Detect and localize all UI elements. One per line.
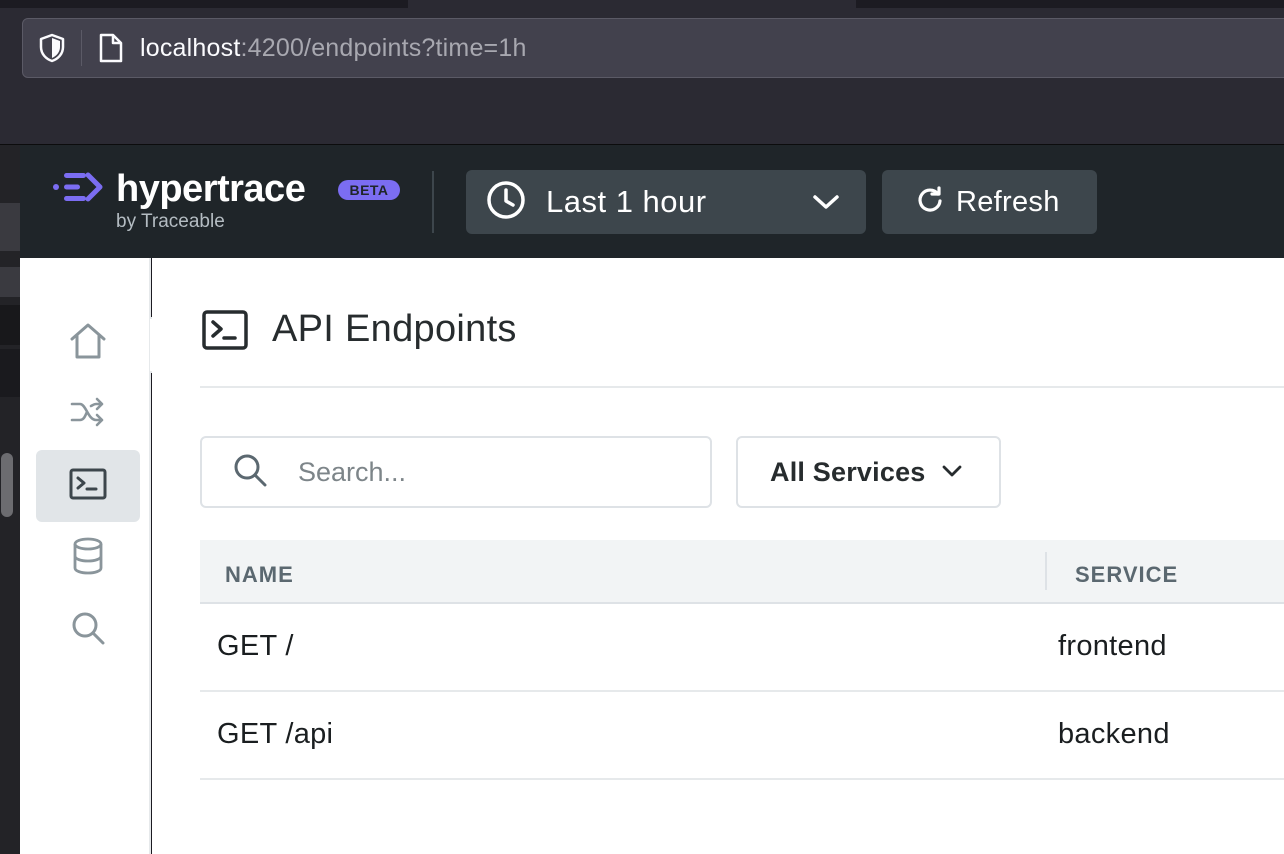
- column-resize-handle[interactable]: [1045, 552, 1047, 590]
- url-text[interactable]: localhost:4200/endpoints?time=1h: [140, 34, 527, 63]
- nav-item-explorer[interactable]: [36, 594, 140, 666]
- main-content: API Endpoints All Services NAME SERVICE …: [152, 258, 1284, 854]
- url-path: :4200/endpoints?time=1h: [240, 33, 527, 62]
- chevron-down-icon: [812, 192, 840, 217]
- search-box[interactable]: [200, 436, 712, 508]
- endpoint-service[interactable]: frontend: [1058, 630, 1167, 663]
- page-title: API Endpoints: [272, 308, 517, 350]
- refresh-button[interactable]: Refresh: [882, 170, 1097, 234]
- page-icon: [82, 19, 140, 77]
- shuffle-icon: [70, 396, 106, 433]
- nav-item-api-endpoints[interactable]: [36, 450, 140, 522]
- header-divider: [432, 171, 434, 233]
- service-filter-dropdown[interactable]: All Services: [736, 436, 1001, 508]
- terminal-icon: [69, 468, 107, 505]
- tab-strip: [856, 0, 1284, 8]
- search-icon: [232, 452, 268, 493]
- table-row[interactable]: GET / frontend: [200, 604, 1284, 692]
- scrollbar-thumb[interactable]: [1, 453, 13, 517]
- sliver-block: [0, 203, 20, 251]
- search-icon: [70, 610, 106, 651]
- table-row[interactable]: GET /api backend: [200, 692, 1284, 780]
- time-range-label: Last 1 hour: [546, 184, 707, 219]
- refresh-icon: [916, 185, 944, 219]
- app-header: hypertrace BETA by Traceable Last 1 hour…: [20, 145, 1284, 258]
- sliver-block: [0, 349, 20, 397]
- url-host: localhost: [140, 33, 241, 62]
- browser-chrome: localhost:4200/endpoints?time=1h: [0, 0, 1284, 145]
- home-icon: [68, 321, 108, 366]
- database-icon: [71, 537, 105, 580]
- brand-tagline: by Traceable: [116, 211, 225, 232]
- endpoints-table: NAME SERVICE GET / frontend GET /api bac…: [200, 540, 1284, 780]
- column-header-name[interactable]: NAME: [225, 562, 294, 588]
- hypertrace-logo-icon[interactable]: [52, 167, 108, 212]
- sliver-block: [0, 267, 20, 297]
- endpoint-name[interactable]: GET /: [217, 630, 294, 663]
- title-divider: [200, 386, 1284, 388]
- chevron-down-icon: [942, 464, 962, 483]
- table-header: NAME SERVICE: [200, 540, 1284, 604]
- refresh-label: Refresh: [956, 185, 1060, 218]
- nav-item-backends[interactable]: [36, 522, 140, 594]
- service-filter-label: All Services: [770, 456, 926, 487]
- nav-item-application-flow[interactable]: [36, 378, 140, 450]
- sliver-block: [0, 305, 20, 345]
- time-range-selector[interactable]: Last 1 hour: [466, 170, 866, 234]
- shield-icon[interactable]: [23, 19, 81, 77]
- search-input[interactable]: [298, 456, 678, 488]
- tab-strip: [0, 0, 408, 8]
- beta-badge: BETA: [338, 180, 400, 200]
- side-panel-sliver: [0, 145, 20, 854]
- endpoint-service[interactable]: backend: [1058, 718, 1170, 751]
- endpoint-name[interactable]: GET /api: [217, 718, 333, 751]
- address-bar[interactable]: localhost:4200/endpoints?time=1h: [22, 18, 1284, 78]
- terminal-icon: [202, 310, 248, 355]
- clock-icon: [486, 180, 526, 225]
- brand-name[interactable]: hypertrace: [116, 167, 306, 211]
- column-header-service[interactable]: SERVICE: [1075, 562, 1178, 588]
- nav-item-home[interactable]: [36, 307, 140, 379]
- left-nav: [20, 258, 151, 854]
